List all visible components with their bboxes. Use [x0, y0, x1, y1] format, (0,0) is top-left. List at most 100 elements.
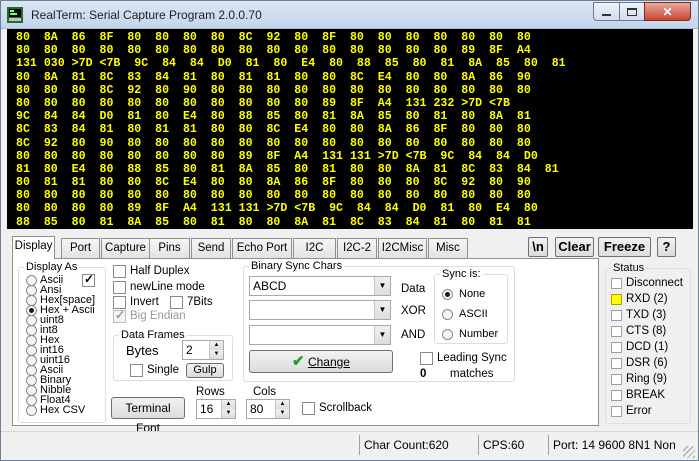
- bytes-spinner[interactable]: 2 ▲ ▼: [182, 340, 224, 360]
- radio-button[interactable]: [26, 344, 37, 356]
- status-signal[interactable]: Ring (9): [611, 372, 667, 386]
- sync-is-option[interactable]: None: [442, 287, 485, 301]
- close-button[interactable]: ✕: [644, 2, 691, 21]
- leading-sync-checkbox[interactable]: [420, 352, 433, 365]
- status-signal[interactable]: CTS (8): [611, 324, 666, 338]
- bytes-value: 2: [186, 343, 193, 357]
- radio-button[interactable]: [26, 354, 37, 366]
- xor-label: XOR: [401, 305, 426, 317]
- cols-spinner[interactable]: 80 ▲ ▼: [246, 399, 290, 419]
- radio-button[interactable]: [442, 328, 453, 340]
- status-signal-label: DCD (1): [626, 341, 669, 353]
- status-bar: Char Count:620 CPS:60 Port: 14 9600 8N1 …: [1, 431, 698, 461]
- sync-and-combo[interactable]: ▼: [249, 325, 391, 345]
- terminal-line: 81 80 E4 80 88 85 80 81 8A 85 80 81 80 8…: [16, 162, 559, 176]
- status-signal[interactable]: RXD (2): [611, 292, 668, 306]
- tab-display[interactable]: Display: [12, 236, 55, 259]
- spin-up-icon[interactable]: ▲: [275, 400, 289, 409]
- display-as-option[interactable]: Hex CSV: [26, 404, 85, 416]
- 7bits-checkbox[interactable]: [170, 296, 183, 309]
- sync-xor-combo[interactable]: ▼: [249, 300, 391, 320]
- status-signal[interactable]: DSR (6): [611, 356, 668, 370]
- title-bar[interactable]: RealTerm: Serial Capture Program 2.0.0.7…: [1, 1, 698, 29]
- minimize-button[interactable]: [593, 2, 620, 21]
- single-checkbox[interactable]: [130, 364, 143, 377]
- tab-capture[interactable]: Capture: [101, 238, 150, 258]
- spin-down-icon[interactable]: ▼: [209, 350, 223, 359]
- big-endian-checkbox[interactable]: [113, 308, 126, 323]
- status-led-icon: [611, 277, 622, 289]
- sync-is-option[interactable]: ASCII: [442, 307, 488, 321]
- radio-button[interactable]: [26, 404, 37, 416]
- radio-button[interactable]: [26, 324, 37, 336]
- newline-mode-checkbox[interactable]: [113, 281, 126, 294]
- display-as-checkbox[interactable]: [82, 272, 95, 287]
- tab-i2cmisc[interactable]: I2CMisc: [378, 238, 427, 258]
- status-signal[interactable]: Error: [611, 404, 652, 418]
- status-signal[interactable]: BREAK: [611, 388, 665, 402]
- tab-i2c[interactable]: I2C: [293, 238, 336, 258]
- spin-down-icon[interactable]: ▼: [221, 409, 235, 418]
- radio-button[interactable]: [442, 308, 453, 320]
- status-signal-label: CTS (8): [626, 325, 667, 337]
- sync-data-combo[interactable]: ABCD ▼: [249, 276, 391, 296]
- radio-button[interactable]: [26, 334, 37, 346]
- newline-button[interactable]: \n: [528, 237, 548, 257]
- radio-button[interactable]: [26, 274, 37, 286]
- radio-button[interactable]: [442, 288, 453, 300]
- terminal-display[interactable]: 80 8A 86 8F 80 80 80 80 8C 92 80 8F 80 8…: [7, 29, 693, 229]
- radio-button[interactable]: [26, 364, 37, 376]
- radio-button[interactable]: [26, 394, 37, 406]
- status-signal[interactable]: Disconnect: [611, 276, 683, 290]
- radio-button[interactable]: [26, 374, 37, 386]
- tab-i2c-2[interactable]: I2C-2: [337, 238, 377, 258]
- spin-up-icon[interactable]: ▲: [221, 400, 235, 409]
- scrollback-checkbox[interactable]: [302, 402, 315, 415]
- status-led-icon: [611, 309, 622, 321]
- change-button[interactable]: ✔ Change: [249, 350, 393, 373]
- status-group: Status Disconnect RXD (2) TXD (3) CTS (8) DC…: [605, 262, 691, 424]
- resize-grip-icon[interactable]: [683, 446, 695, 458]
- status-led-icon: [611, 373, 622, 385]
- radio-button[interactable]: [26, 294, 37, 306]
- sync-is-option-label: None: [459, 288, 486, 300]
- dropdown-arrow-icon[interactable]: ▼: [374, 277, 390, 295]
- tab-pins[interactable]: Pins: [149, 238, 190, 258]
- status-signal-label: DSR (6): [626, 357, 668, 369]
- help-button[interactable]: ?: [657, 237, 676, 257]
- radio-button[interactable]: [26, 314, 37, 326]
- tab-misc[interactable]: Misc: [428, 238, 468, 258]
- tab-port[interactable]: Port: [61, 238, 100, 258]
- status-led-icon: [611, 341, 622, 353]
- tab-echo-port[interactable]: Echo Port: [232, 238, 292, 258]
- dropdown-arrow-icon[interactable]: ▼: [374, 326, 390, 344]
- status-signal[interactable]: TXD (3): [611, 308, 666, 322]
- radio-button[interactable]: [26, 384, 37, 396]
- matches-label: matches: [450, 368, 494, 380]
- dropdown-arrow-icon[interactable]: ▼: [374, 301, 390, 319]
- status-signal[interactable]: DCD (1): [611, 340, 668, 354]
- half-duplex-checkbox[interactable]: [113, 265, 126, 278]
- sync-is-option[interactable]: Number: [442, 327, 498, 341]
- spin-up-icon[interactable]: ▲: [209, 341, 223, 350]
- rows-spinner[interactable]: 16 ▲ ▼: [196, 399, 236, 419]
- spin-down-icon[interactable]: ▼: [275, 409, 289, 418]
- display-as-label: Display As: [24, 261, 80, 273]
- radio-button[interactable]: [26, 284, 37, 296]
- terminal-line: 80 80 80 80 80 80 80 80 80 80 80 89 8F A…: [16, 96, 510, 110]
- terminal-line: 88 85 80 81 8A 85 80 81 80 80 8A 81 8C 8…: [16, 215, 531, 229]
- maximize-button[interactable]: [619, 2, 645, 21]
- scrollback-label: Scrollback: [319, 402, 373, 414]
- radio-button[interactable]: [26, 304, 37, 316]
- rows-label: Rows: [196, 386, 225, 398]
- port-status: Port: 14 9600 8N1 None: [548, 435, 675, 455]
- clear-button[interactable]: Clear: [555, 237, 594, 257]
- binary-sync-label: Binary Sync Chars: [249, 260, 345, 272]
- data-label: Data: [401, 283, 426, 295]
- tab-send[interactable]: Send: [191, 238, 231, 258]
- terminal-line: 80 80 80 80 89 8F A4 131 131 >7D <7B 9C …: [16, 202, 538, 216]
- gulp-button[interactable]: Gulp: [186, 363, 224, 378]
- display-tab-panel: Display As AsciiAnsiHex[space]Hex + Asci…: [12, 258, 599, 435]
- freeze-button[interactable]: Freeze: [598, 237, 651, 257]
- terminal-font-button[interactable]: Terminal Font: [111, 397, 185, 435]
